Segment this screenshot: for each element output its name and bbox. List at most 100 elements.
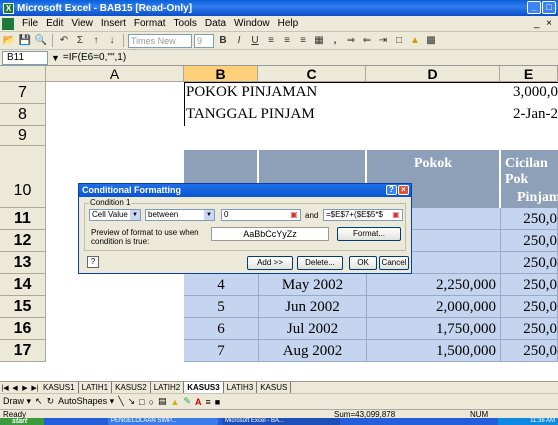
cell-e14[interactable]: 250,0 [501, 274, 558, 296]
cell-c17[interactable]: Aug 2002 [259, 340, 367, 362]
value1-input[interactable]: 0 ▣ [221, 209, 301, 221]
row-header-15[interactable]: 15 [0, 296, 46, 318]
arrow-icon[interactable]: ↘ [128, 396, 136, 407]
task-pengelolaan[interactable]: PENGELOLAAN SIMP... [108, 418, 218, 425]
cell-e12[interactable]: 250,0 [501, 230, 558, 252]
comma-style-icon[interactable]: , [328, 34, 342, 48]
first-sheet-icon[interactable]: |◀ [0, 384, 10, 392]
menu-help[interactable]: Help [274, 18, 303, 29]
next-sheet-icon[interactable]: ▶ [20, 384, 30, 392]
chevron-down-icon[interactable]: ▼ [204, 210, 214, 220]
menu-data[interactable]: Data [201, 18, 230, 29]
open-icon[interactable]: 📂 [2, 34, 16, 48]
dialog-close-button[interactable]: × [398, 185, 409, 195]
row-header-10[interactable]: 10 [0, 146, 46, 208]
help-icon[interactable]: ? [87, 256, 99, 268]
rotate-icon[interactable]: ↻ [47, 396, 55, 407]
value2-input[interactable]: =$E$7+($E$5*$ ▣ [323, 209, 403, 221]
tanggal-pinjam-value[interactable]: 2-Jan-2 [500, 106, 558, 123]
font-name-select[interactable]: Times New Roman [128, 33, 192, 58]
dialog-help-button[interactable]: ? [386, 185, 397, 195]
cell-b15[interactable]: 5 [184, 296, 259, 318]
cell-e13[interactable]: 250,0 [501, 252, 558, 274]
menu-file[interactable]: File [18, 18, 42, 29]
align-left-icon[interactable]: ≡ [264, 34, 278, 48]
collapse-dialog-icon[interactable]: ▣ [391, 210, 401, 220]
cell-d17[interactable]: 1,500,000 [367, 340, 501, 362]
cancel-button[interactable]: Cancel [379, 256, 409, 270]
indent-icon[interactable]: ⇥ [376, 34, 390, 48]
save-icon[interactable]: 💾 [18, 34, 32, 48]
underline-icon[interactable]: U [248, 34, 262, 48]
align-right-icon[interactable]: ≡ [296, 34, 310, 48]
cell-b17[interactable]: 7 [184, 340, 259, 362]
row-header-17[interactable]: 17 [0, 340, 46, 362]
name-box-dropdown-icon[interactable]: ▼ [51, 53, 60, 63]
font-color-icon[interactable]: A [195, 397, 202, 407]
shadow-icon[interactable]: ■ [215, 397, 220, 407]
italic-icon[interactable]: I [232, 34, 246, 48]
align-center-icon[interactable]: ≡ [280, 34, 294, 48]
cell-e17[interactable]: 250,0 [501, 340, 558, 362]
borders-icon[interactable]: □ [392, 34, 406, 48]
row-header-12[interactable]: 12 [0, 230, 46, 252]
merge-center-icon[interactable]: ▦ [312, 34, 326, 48]
last-sheet-icon[interactable]: ▶| [30, 384, 40, 392]
sheet-tab-kasus1[interactable]: KASUS1 [40, 382, 79, 393]
delete-button[interactable]: Delete... [297, 256, 343, 270]
cell-b14[interactable]: 4 [184, 274, 259, 296]
add-button[interactable]: Add >> [247, 256, 293, 270]
fill-color-icon[interactable]: ▲ [171, 397, 180, 407]
cell-d14[interactable]: 2,250,000 [367, 274, 501, 296]
autosum-icon[interactable]: Σ [73, 34, 87, 48]
row-header-9[interactable]: 9 [0, 126, 46, 146]
undo-icon[interactable]: ↶ [57, 34, 71, 48]
ok-button[interactable]: OK [349, 256, 377, 270]
row-header-16[interactable]: 16 [0, 318, 46, 340]
row-header-13[interactable]: 13 [0, 252, 46, 274]
row-header-14[interactable]: 14 [0, 274, 46, 296]
draw-menu[interactable]: Draw ▾ [3, 396, 31, 407]
select-all-corner[interactable] [0, 66, 46, 82]
chart-wizard-icon[interactable]: ▩ [424, 34, 438, 48]
menu-view[interactable]: View [67, 18, 97, 29]
oval-icon[interactable]: ○ [149, 397, 154, 407]
menu-edit[interactable]: Edit [42, 18, 67, 29]
maximize-button[interactable]: □ [542, 1, 556, 14]
line-style-icon[interactable]: ≡ [206, 397, 211, 407]
column-header-a[interactable]: A [46, 66, 184, 82]
font-size-select[interactable]: 9 [194, 33, 214, 48]
condition-type-select[interactable]: Cell Value Is ▼ [89, 209, 141, 221]
sheet-tab-kasus2[interactable]: KASUS2 [112, 382, 151, 393]
sheet-tab-latih1[interactable]: LATIH1 [79, 382, 113, 393]
format-button[interactable]: Format... [337, 227, 401, 241]
cell-e11[interactable]: 250,0 [501, 208, 558, 230]
menu-window[interactable]: Window [230, 18, 274, 29]
increase-decimal-icon[interactable]: ⇒ [344, 34, 358, 48]
sort-ascending-icon[interactable]: ↑ [89, 34, 103, 48]
prev-sheet-icon[interactable]: ◀ [10, 384, 20, 392]
workbook-window-controls[interactable]: _ × [534, 18, 554, 29]
line-icon[interactable]: ╲ [118, 396, 123, 407]
autoshapes-menu[interactable]: AutoShapes ▾ [58, 396, 114, 407]
fill-color-icon[interactable]: ▲ [408, 34, 422, 48]
sheet-tab-latih3[interactable]: LATIH3 [224, 382, 258, 393]
menu-tools[interactable]: Tools [170, 18, 201, 29]
sheet-tab-kasus3[interactable]: KASUS3 [184, 382, 224, 393]
sheet-tab-latih2[interactable]: LATIH2 [151, 382, 185, 393]
cell-b16[interactable]: 6 [184, 318, 259, 340]
column-header-c[interactable]: C [258, 66, 366, 82]
bold-icon[interactable]: B [216, 34, 230, 48]
row-header-8[interactable]: 8 [0, 104, 46, 126]
column-header-b[interactable]: B [184, 66, 258, 82]
pokok-pinjaman-label[interactable]: POKOK PINJAMAN [186, 84, 317, 101]
line-color-icon[interactable]: ✎ [183, 396, 191, 407]
column-header-d[interactable]: D [366, 66, 500, 82]
tanggal-pinjam-label[interactable]: TANGGAL PINJAM [186, 106, 315, 123]
rectangle-icon[interactable]: □ [139, 397, 144, 407]
decrease-decimal-icon[interactable]: ⇐ [360, 34, 374, 48]
collapse-dialog-icon[interactable]: ▣ [289, 210, 299, 220]
sheet-tab-kasus[interactable]: KASUS [257, 382, 292, 393]
cell-e16[interactable]: 250,0 [501, 318, 558, 340]
pokok-pinjaman-value[interactable]: 3,000,0 [500, 84, 558, 101]
